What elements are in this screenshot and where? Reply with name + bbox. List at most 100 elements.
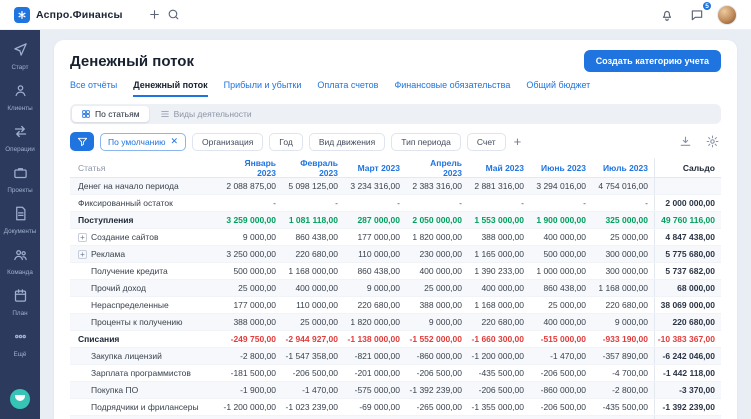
table-row[interactable]: Подрядчики и фрилансеры -1 200 000,00 -1 0… (70, 399, 721, 416)
value-cell: 287 000,00 (357, 215, 400, 225)
more-icon (13, 329, 28, 349)
column-header-month[interactable]: Июнь 2023 (530, 163, 592, 173)
view-toggle-by-items[interactable]: По статьям (72, 106, 149, 122)
value-cell: -860 000,00 (540, 385, 586, 395)
sidebar-item-projects[interactable]: Проекты (0, 159, 40, 200)
view-toggle-label: Виды деятельности (173, 109, 252, 119)
value-cell: -181 500,00 (230, 368, 276, 378)
table-row[interactable]: Фиксированный остаток - - - - - - -2 000 000,00 (70, 195, 721, 212)
value-cell: -1 200 000,00 (223, 402, 276, 412)
filter-dropdown-movement-type[interactable]: Вид движения (308, 132, 386, 151)
table-row[interactable]: + Создание сайтов 9 000,00 860 438,00 177 00… (70, 229, 721, 246)
filter-preset-chip[interactable]: По умолчанию ✕ (100, 132, 187, 151)
value-cell: 4 754 016,00 (598, 181, 648, 191)
list-icon (160, 109, 170, 119)
table-row[interactable]: Поступления 3 259 000,00 1 081 118,00 287 0… (70, 212, 721, 229)
sidebar-item-start[interactable]: Старт (0, 36, 40, 77)
table-row[interactable]: Списания -249 750,00 -2 944 927,00 -1 138 0… (70, 331, 721, 348)
add-filter-button[interactable]: + (512, 135, 524, 148)
aspro-mascot-logo[interactable] (10, 389, 30, 409)
value-cell: 2 881 316,00 (474, 181, 524, 191)
value-cell: 1 900 000,00 (536, 215, 586, 225)
column-header-month[interactable]: Февраль 2023 (282, 158, 344, 178)
filter-dropdown-account[interactable]: Счет (466, 132, 506, 151)
row-label: Покупка ПО (91, 385, 139, 395)
expand-row-button[interactable]: + (78, 232, 87, 242)
filter-dropdown-organization[interactable]: Организация (192, 132, 264, 151)
saldo-cell: 68 000,00 (654, 280, 721, 296)
filter-funnel-icon[interactable] (70, 132, 94, 151)
table-row[interactable]: Получение кредита 500 000,00 1 168 000,00 8… (70, 263, 721, 280)
app-logo-icon[interactable] (14, 6, 30, 23)
remove-filter-icon[interactable]: ✕ (170, 137, 178, 146)
table-row[interactable]: Закупка лицензий -2 800,00 -1 547 358,00 -8… (70, 348, 721, 365)
value-cell: -249 750,00 (230, 334, 276, 344)
user-avatar[interactable] (717, 4, 737, 25)
value-cell: 1 820 000,00 (412, 232, 462, 242)
sidebar-item-clients[interactable]: Клиенты (0, 77, 40, 118)
value-cell: 1 390 233,00 (474, 266, 524, 276)
value-cell: 388 000,00 (419, 300, 462, 310)
value-cell: -206 500,00 (416, 368, 462, 378)
value-cell: 3 294 016,00 (536, 181, 586, 191)
tab-invoice-payments[interactable]: Оплата счетов (317, 80, 378, 97)
value-cell: - (645, 198, 648, 208)
column-header-month[interactable]: Март 2023 (344, 163, 406, 173)
settings-gear-icon[interactable] (704, 133, 721, 150)
table-row[interactable]: Прочий доход 25 000,00 400 000,00 9 000,00 2… (70, 280, 721, 297)
value-cell: 325 000,00 (605, 215, 648, 225)
search-icon[interactable] (164, 5, 183, 24)
filter-row: По умолчанию ✕ Организация Год Вид движени… (70, 132, 721, 151)
value-cell: - (521, 198, 524, 208)
value-cell: 1 000 000,00 (536, 266, 586, 276)
report-card: Денежный поток Создать категорию учета В… (54, 40, 737, 419)
add-button[interactable] (145, 5, 164, 24)
value-cell: 25 000,00 (610, 232, 648, 242)
filter-dropdown-period-type[interactable]: Тип периода (391, 132, 461, 151)
sidebar-item-operations[interactable]: Операции (0, 118, 40, 159)
row-label: Списания (78, 334, 120, 344)
notifications-bell-icon[interactable] (657, 5, 677, 25)
sidebar-item-plan[interactable]: План (0, 282, 40, 323)
tab-liabilities[interactable]: Финансовые обязательства (394, 80, 510, 97)
value-cell: - (583, 198, 586, 208)
value-cell: 5 098 125,00 (288, 181, 338, 191)
value-cell: -1 552 000,00 (409, 334, 462, 344)
tab-total-budget[interactable]: Общий бюджет (526, 80, 590, 97)
value-cell: 1 081 118,00 (288, 215, 338, 225)
tab-cash-flow[interactable]: Денежный поток (133, 80, 208, 97)
value-cell: -1 200 000,00 (471, 351, 524, 361)
expand-row-button[interactable]: + (78, 249, 87, 259)
table-row[interactable]: Зарплата программистов -181 500,00 -206 50… (70, 365, 721, 382)
value-cell: -1 900,00 (240, 385, 276, 395)
saldo-cell: 2 000 000,00 (654, 195, 721, 211)
tab-all-reports[interactable]: Все отчёты (70, 80, 117, 97)
messages-badge: 5 (702, 0, 712, 11)
sidebar-item-label: Клиенты (7, 105, 33, 112)
column-header-month[interactable]: Апрель 2023 (406, 158, 468, 178)
value-cell: - (397, 198, 400, 208)
create-category-button[interactable]: Создать категорию учета (583, 50, 721, 72)
sidebar-item-more[interactable]: Ещё (0, 323, 40, 364)
table-row[interactable]: Проценты к получению 388 000,00 25 000,00 1… (70, 314, 721, 331)
value-cell: 500 000,00 (233, 266, 276, 276)
table-row[interactable]: Денег на начало периода 2 088 875,00 5 098… (70, 178, 721, 195)
column-header-month[interactable]: Июль 2023 (592, 163, 654, 173)
row-label: Закупка лицензий (91, 351, 162, 361)
value-cell: -1 138 000,00 (347, 334, 400, 344)
row-label: Денег на начало периода (78, 181, 179, 191)
sidebar-item-documents[interactable]: Документы (0, 200, 40, 241)
table-row[interactable]: + Реклама 3 250 000,00 220 680,00 110 000,00… (70, 246, 721, 263)
row-label: Зарплата программистов (91, 368, 191, 378)
column-header-month[interactable]: Май 2023 (468, 163, 530, 173)
filter-dropdown-year[interactable]: Год (269, 132, 303, 151)
table-row[interactable]: Нераспределенные 177 000,00 110 000,00 220 … (70, 297, 721, 314)
table-row[interactable]: Покупка ПО -1 900,00 -1 470,00 -575 000,00-… (70, 382, 721, 399)
view-toggle-by-activity[interactable]: Виды деятельности (151, 106, 261, 122)
value-cell: -1 470,00 (550, 351, 586, 361)
sidebar-item-team[interactable]: Команда (0, 241, 40, 282)
saldo-cell: 5 737 682,00 (654, 263, 721, 279)
column-header-month[interactable]: Январь 2023 (220, 158, 282, 178)
download-icon[interactable] (677, 133, 694, 150)
tab-profit-loss[interactable]: Прибыли и убытки (224, 80, 302, 97)
